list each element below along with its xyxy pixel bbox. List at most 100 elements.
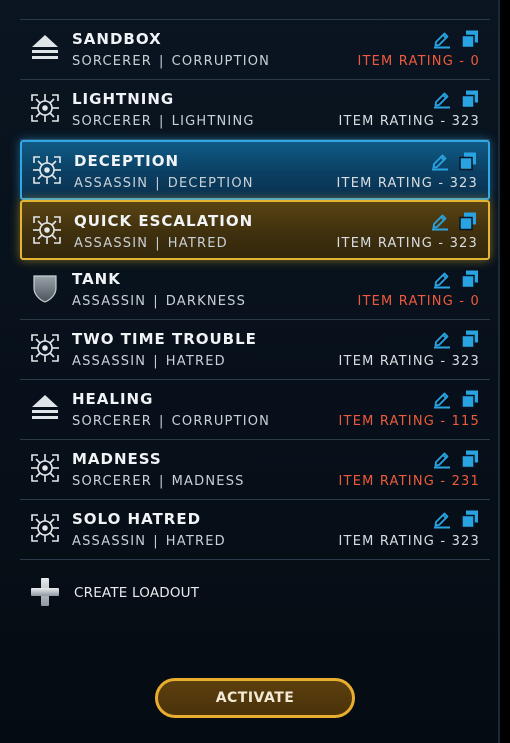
edit-pencil-icon[interactable] — [430, 211, 450, 231]
edit-pencil-icon[interactable] — [432, 89, 452, 109]
loadout-subtitle: ASSASSIN | HATRED — [72, 534, 226, 549]
separator: | — [159, 414, 165, 429]
row-actions — [432, 388, 480, 410]
row-actions — [432, 88, 480, 110]
edit-pencil-icon[interactable] — [432, 449, 452, 469]
loadout-row[interactable]: TANK ASSASSIN | DARKNESS ITEM RATING - 0 — [20, 260, 490, 320]
row-actions — [430, 210, 478, 232]
loadout-discipline: DECEPTION — [167, 176, 254, 191]
copy-icon[interactable] — [460, 449, 480, 469]
edit-pencil-icon[interactable] — [432, 329, 452, 349]
loadout-row[interactable]: TWO TIME TROUBLE ASSASSIN | HATRED ITEM RATI… — [20, 320, 490, 380]
loadout-subtitle: ASSASSIN | DECEPTION — [74, 176, 254, 191]
loadout-discipline: MADNESS — [171, 474, 245, 489]
loadout-name: MADNESS — [72, 450, 162, 468]
shield-icon — [29, 272, 61, 304]
copy-icon[interactable] — [460, 389, 480, 409]
crosshair-icon — [29, 512, 61, 544]
loadout-name: TANK — [72, 270, 121, 288]
edit-pencil-icon[interactable] — [432, 29, 452, 49]
loadout-name: DECEPTION — [74, 152, 180, 170]
loadout-class: ASSASSIN — [74, 236, 149, 251]
copy-icon[interactable] — [460, 509, 480, 529]
row-actions — [432, 328, 480, 350]
edit-pencil-icon[interactable] — [432, 389, 452, 409]
loadout-class: SORCERER — [72, 474, 153, 489]
loadout-discipline: DARKNESS — [165, 294, 247, 309]
separator: | — [155, 176, 161, 191]
item-rating: ITEM RATING - 0 — [357, 54, 480, 69]
loadout-class: ASSASSIN — [72, 534, 147, 549]
loadout-row[interactable]: SOLO HATRED ASSASSIN | HATRED ITEM RATING - … — [20, 500, 490, 560]
loadout-row[interactable]: LIGHTNING SORCERER | LIGHTNING ITEM RATING -… — [20, 80, 490, 140]
loadout-subtitle: ASSASSIN | HATRED — [72, 354, 226, 369]
loadout-discipline: LIGHTNING — [171, 114, 255, 129]
chevron-stack-icon — [29, 32, 61, 64]
loadout-name: HEALING — [72, 390, 154, 408]
item-rating: ITEM RATING - 323 — [336, 176, 478, 191]
item-rating: ITEM RATING - 323 — [338, 534, 480, 549]
loadout-row[interactable]: DECEPTION ASSASSIN | DECEPTION ITEM RATING -… — [20, 140, 490, 200]
loadout-subtitle: SORCERER | CORRUPTION — [72, 414, 270, 429]
item-rating: ITEM RATING - 231 — [338, 474, 480, 489]
loadout-panel: SANDBOX SORCERER | CORRUPTION ITEM RATING - … — [0, 0, 500, 743]
activate-button[interactable]: ACTIVATE — [155, 678, 355, 718]
separator: | — [159, 54, 165, 69]
loadout-subtitle: SORCERER | CORRUPTION — [72, 54, 270, 69]
copy-icon[interactable] — [458, 151, 478, 171]
loadout-subtitle: ASSASSIN | DARKNESS — [72, 294, 246, 309]
copy-icon[interactable] — [460, 89, 480, 109]
separator: | — [159, 114, 165, 129]
separator: | — [153, 534, 159, 549]
loadout-discipline: HATRED — [165, 534, 226, 549]
loadout-discipline: CORRUPTION — [171, 414, 271, 429]
loadout-class: SORCERER — [72, 54, 153, 69]
separator: | — [159, 474, 165, 489]
row-actions — [432, 28, 480, 50]
loadout-subtitle: ASSASSIN | HATRED — [74, 236, 228, 251]
crosshair-icon — [29, 332, 61, 364]
chevron-stack-icon — [29, 392, 61, 424]
loadout-discipline: HATRED — [167, 236, 228, 251]
row-actions — [432, 508, 480, 530]
loadout-class: ASSASSIN — [72, 354, 147, 369]
copy-icon[interactable] — [460, 269, 480, 289]
copy-icon[interactable] — [460, 329, 480, 349]
separator: | — [153, 294, 159, 309]
loadout-name: QUICK ESCALATION — [74, 212, 254, 230]
loadout-discipline: CORRUPTION — [171, 54, 271, 69]
separator: | — [155, 236, 161, 251]
edit-pencil-icon[interactable] — [432, 269, 452, 289]
loadout-discipline: HATRED — [165, 354, 226, 369]
item-rating: ITEM RATING - 323 — [338, 114, 480, 129]
plus-icon — [28, 575, 62, 609]
copy-icon[interactable] — [458, 211, 478, 231]
loadout-class: SORCERER — [72, 414, 153, 429]
create-loadout-button[interactable]: CREATE LOADOUT — [28, 575, 258, 609]
loadout-row[interactable]: MADNESS SORCERER | MADNESS ITEM RATING - 231 — [20, 440, 490, 500]
edit-pencil-icon[interactable] — [430, 151, 450, 171]
crosshair-icon — [31, 214, 63, 246]
loadout-row[interactable]: SANDBOX SORCERER | CORRUPTION ITEM RATING - … — [20, 20, 490, 80]
crosshair-icon — [31, 154, 63, 186]
row-actions — [430, 150, 478, 172]
loadout-class: ASSASSIN — [74, 176, 149, 191]
loadout-row[interactable]: HEALING SORCERER | CORRUPTION ITEM RATING - … — [20, 380, 490, 440]
copy-icon[interactable] — [460, 29, 480, 49]
crosshair-icon — [29, 452, 61, 484]
loadout-subtitle: SORCERER | MADNESS — [72, 474, 245, 489]
create-loadout-label: CREATE LOADOUT — [74, 585, 200, 601]
loadout-class: SORCERER — [72, 114, 153, 129]
item-rating: ITEM RATING - 323 — [338, 354, 480, 369]
loadout-name: SANDBOX — [72, 30, 162, 48]
separator: | — [153, 354, 159, 369]
row-actions — [432, 268, 480, 290]
crosshair-icon — [29, 92, 61, 124]
loadout-row[interactable]: QUICK ESCALATION ASSASSIN | HATRED ITEM RATI… — [20, 200, 490, 260]
item-rating: ITEM RATING - 323 — [336, 236, 478, 251]
loadout-name: TWO TIME TROUBLE — [72, 330, 257, 348]
loadout-subtitle: SORCERER | LIGHTNING — [72, 114, 255, 129]
edit-pencil-icon[interactable] — [432, 509, 452, 529]
loadout-name: LIGHTNING — [72, 90, 175, 108]
item-rating: ITEM RATING - 0 — [357, 294, 480, 309]
